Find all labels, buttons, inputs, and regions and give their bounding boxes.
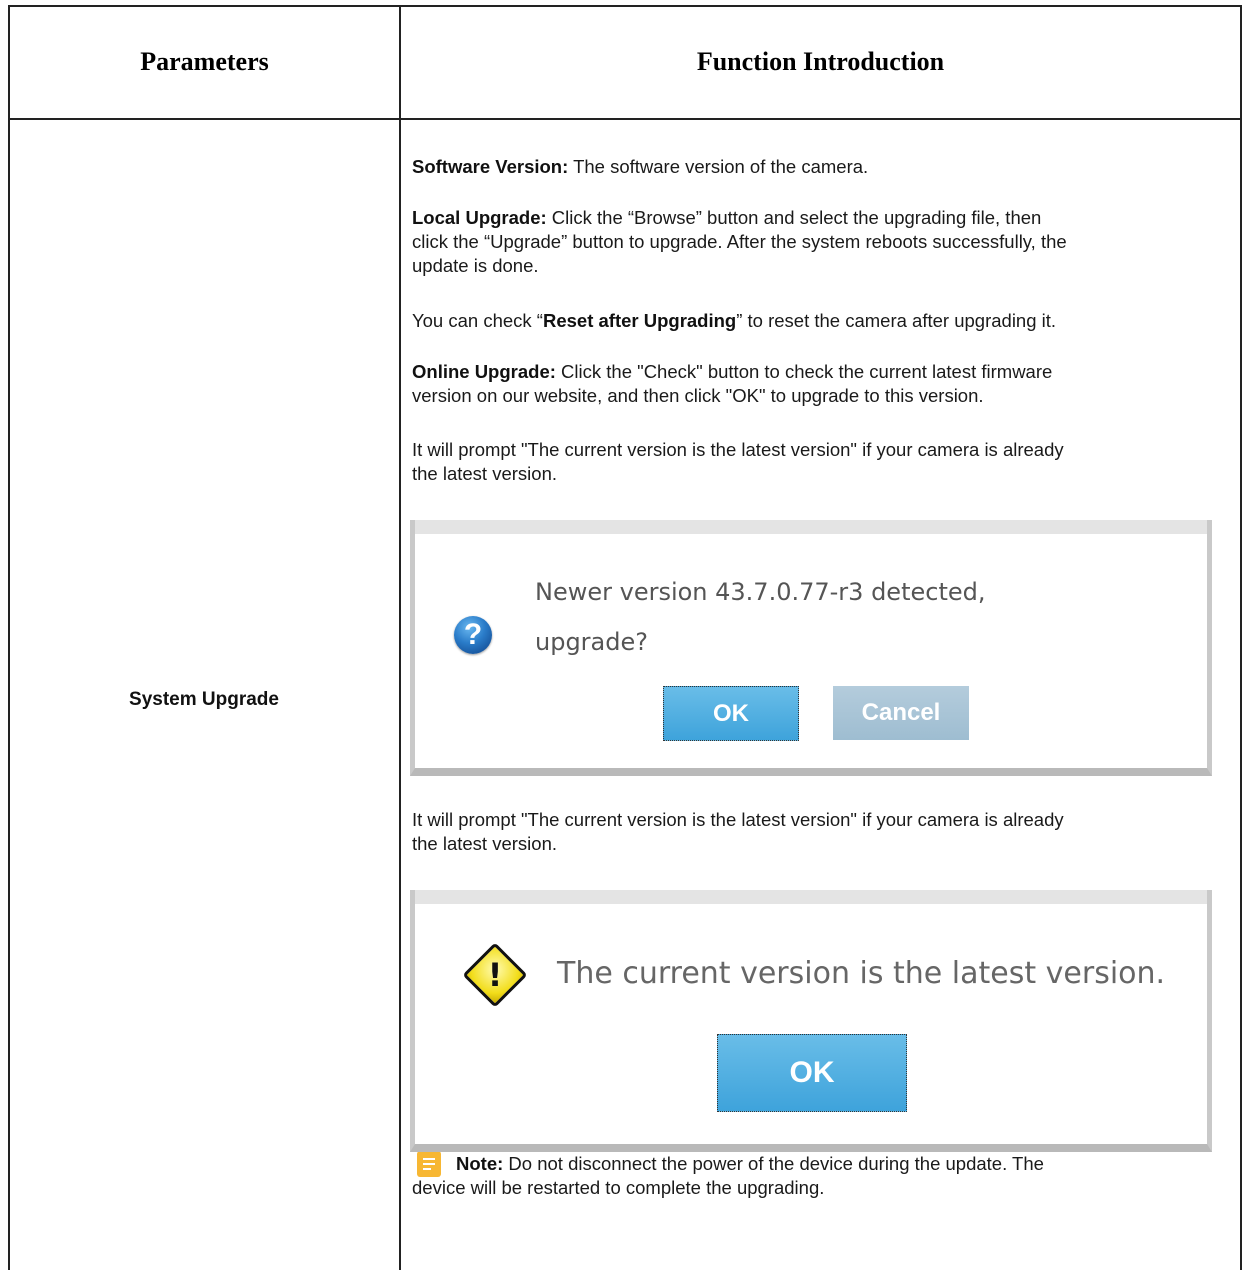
online-upgrade-label: Online Upgrade: <box>412 361 556 382</box>
prompt-2-line-2: the latest version. <box>412 833 557 854</box>
prompt-paragraph-2: It will prompt "The current version is t… <box>412 808 1212 856</box>
online-upgrade-paragraph: Online Upgrade: Click the "Check" button… <box>412 360 1212 408</box>
software-version-paragraph: Software Version: The software version o… <box>412 155 1212 179</box>
table-border-left <box>8 5 10 1270</box>
prompt-paragraph-1: It will prompt "The current version is t… <box>412 438 1212 486</box>
question-icon: ? <box>454 616 492 654</box>
software-version-text: The software version of the camera. <box>568 156 869 177</box>
dialog-message: The current version is the latest versio… <box>557 956 1166 991</box>
ok-button[interactable]: OK <box>717 1034 907 1112</box>
reset-suffix: ” to reset the camera after upgrading it… <box>736 310 1057 331</box>
local-upgrade-text-1: Click the “Browse” button and select the… <box>546 207 1042 228</box>
dialog-message-line-2: upgrade? <box>535 628 648 656</box>
local-upgrade-label: Local Upgrade: <box>412 207 547 228</box>
cancel-button[interactable]: Cancel <box>833 686 969 740</box>
prompt-2-line-1: It will prompt "The current version is t… <box>412 809 1064 830</box>
note-label: Note: <box>456 1153 504 1174</box>
table-header-divider <box>8 118 1242 120</box>
reset-label: Reset after Upgrading <box>542 310 737 331</box>
local-upgrade-paragraph: Local Upgrade: Click the “Browse” button… <box>412 206 1212 278</box>
note-paragraph-cont: device will be restarted to complete the… <box>412 1176 1212 1200</box>
parameter-name: System Upgrade <box>129 689 279 710</box>
ok-button[interactable]: OK <box>663 686 799 741</box>
prompt-1-line-2: the latest version. <box>412 463 557 484</box>
upgrade-dialog-screenshot: ? Newer version 43.7.0.77-r3 detected, u… <box>410 520 1212 776</box>
local-upgrade-text-2: click the “Upgrade” button to upgrade. A… <box>412 231 1067 252</box>
online-upgrade-text-1: Click the "Check" button to check the cu… <box>555 361 1053 382</box>
reset-prefix: You can check “ <box>412 310 543 331</box>
note-icon <box>417 1151 441 1177</box>
software-version-label: Software Version: <box>412 156 569 177</box>
online-upgrade-text-2: version on our website, and then click "… <box>412 385 984 406</box>
warning-icon: ! <box>460 940 530 1010</box>
reset-paragraph: You can check “Reset after Upgrading” to… <box>412 309 1212 333</box>
note-paragraph: Note: Do not disconnect the power of the… <box>456 1152 1216 1176</box>
table-border-middle <box>399 5 401 1270</box>
table-border-right <box>1240 5 1242 1270</box>
dialog-title-bar <box>415 520 1207 534</box>
dialog-title-bar <box>415 890 1207 904</box>
dialog-message-line-1: Newer version 43.7.0.77-r3 detected, <box>535 578 986 606</box>
local-upgrade-text-3: update is done. <box>412 255 539 276</box>
prompt-1-line-1: It will prompt "The current version is t… <box>412 439 1064 460</box>
header-function-introduction: Function Introduction <box>696 46 945 76</box>
note-text-2: device will be restarted to complete the… <box>412 1177 825 1198</box>
note-text-1: Do not disconnect the power of the devic… <box>503 1153 1044 1174</box>
latest-version-dialog-screenshot: ! The current version is the latest vers… <box>410 890 1212 1152</box>
header-parameters: Parameters <box>140 46 269 76</box>
